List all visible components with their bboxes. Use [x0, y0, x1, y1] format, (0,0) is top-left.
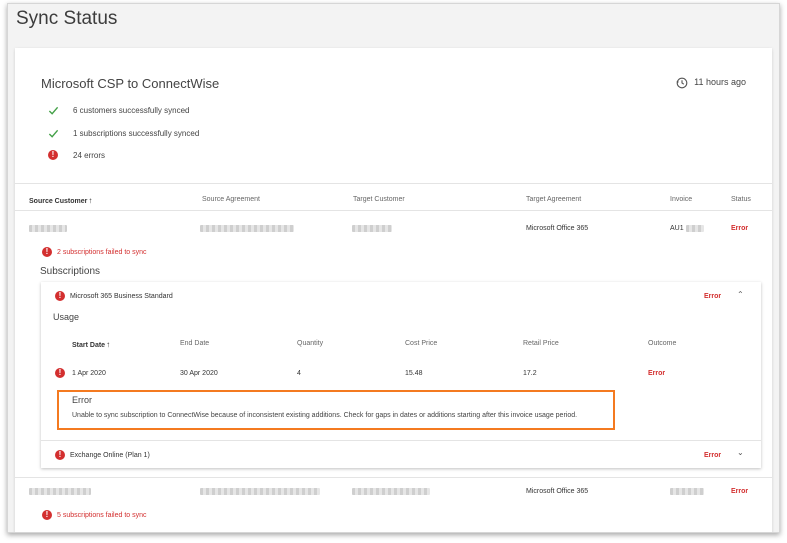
error-icon: ! — [42, 510, 52, 520]
usage-start-date: 1 Apr 2020 — [72, 370, 106, 377]
error-icon: ! — [47, 149, 59, 161]
error-icon: ! — [55, 368, 65, 378]
page-title: Sync Status — [16, 8, 118, 29]
column-header-source-customer[interactable]: Source Customer↑ — [29, 196, 92, 205]
column-header-cost-price[interactable]: Cost Price — [405, 340, 437, 347]
redacted-source-customer — [29, 488, 91, 495]
column-header-start-date[interactable]: Start Date↑ — [72, 340, 110, 349]
check-icon — [47, 127, 59, 139]
usage-quantity: 4 — [297, 370, 301, 377]
stat-text: 24 errors — [73, 150, 106, 160]
redacted-invoice — [670, 488, 704, 495]
window-frame: Sync Status Microsoft CSP to ConnectWise… — [7, 3, 780, 533]
column-header-target-customer[interactable]: Target Customer — [353, 196, 405, 203]
column-header-source-agreement[interactable]: Source Agreement — [202, 196, 260, 203]
subscription-name: Microsoft 365 Business Standard — [70, 292, 173, 300]
column-header-end-date[interactable]: End Date — [180, 340, 209, 347]
history-icon — [676, 76, 688, 89]
chevron-down-icon[interactable]: ⌄ — [737, 448, 744, 457]
error-icon: ! — [55, 291, 65, 301]
redacted-source-agreement — [200, 225, 294, 232]
column-header-quantity[interactable]: Quantity — [297, 340, 323, 347]
error-icon: ! — [55, 450, 65, 460]
divider — [15, 210, 772, 211]
subscription-name: Exchange Online (Plan 1) — [70, 451, 150, 459]
error-icon: ! — [42, 247, 52, 257]
subscription-header[interactable]: ! Exchange Online (Plan 1) — [55, 450, 150, 460]
check-icon — [47, 104, 59, 116]
divider — [41, 440, 761, 441]
divider — [15, 477, 772, 478]
subscription-status: Error — [704, 452, 722, 459]
stat-customers-synced: 6 customers successfully synced — [47, 104, 190, 116]
subscription-status: Error — [704, 293, 722, 300]
failed-subscriptions-text: 5 subscriptions failed to sync — [57, 511, 147, 519]
sync-title: Microsoft CSP to ConnectWise — [41, 76, 220, 91]
stat-text: 1 subscriptions successfully synced — [73, 128, 200, 138]
status-badge: Error — [731, 225, 749, 232]
error-details-box: Error Unable to sync subscription to Con… — [57, 390, 615, 430]
column-header-invoice[interactable]: Invoice — [670, 196, 692, 203]
redacted-target-customer — [352, 488, 430, 495]
error-title: Error — [72, 395, 92, 405]
stat-subscriptions-synced: 1 subscriptions successfully synced — [47, 127, 199, 139]
column-header-retail-price[interactable]: Retail Price — [523, 340, 559, 347]
divider — [15, 183, 772, 184]
redacted-source-agreement — [200, 488, 320, 495]
redacted-target-customer — [352, 225, 392, 232]
target-agreement: Microsoft Office 365 — [526, 488, 589, 495]
chevron-up-icon[interactable]: ⌃ — [737, 290, 744, 299]
subscriptions-panel: ! Microsoft 365 Business Standard Error … — [41, 282, 761, 468]
redacted-invoice — [686, 225, 704, 232]
target-agreement: Microsoft Office 365 — [526, 225, 589, 232]
usage-cost-price: 15.48 — [405, 370, 423, 377]
failed-subscriptions-text: 2 subscriptions failed to sync — [57, 248, 147, 256]
usage-heading: Usage — [53, 312, 80, 322]
stat-text: 6 customers successfully synced — [73, 105, 190, 115]
subscriptions-heading: Subscriptions — [40, 266, 101, 277]
sort-arrow-up-icon: ↑ — [106, 340, 111, 349]
status-badge: Error — [731, 488, 749, 495]
redacted-source-customer — [29, 225, 67, 232]
error-message: Unable to sync subscription to ConnectWi… — [72, 412, 578, 419]
subscription-header[interactable]: ! Microsoft 365 Business Standard — [55, 291, 173, 301]
usage-retail-price: 17.2 — [523, 370, 537, 377]
usage-outcome: Error — [648, 370, 666, 377]
usage-end-date: 30 Apr 2020 — [180, 370, 218, 377]
column-header-status[interactable]: Status — [731, 196, 751, 203]
invoice: AU1 — [670, 225, 684, 232]
column-header-outcome[interactable]: Outcome — [648, 340, 676, 347]
sync-card: Microsoft CSP to ConnectWise 11 hours ag… — [15, 48, 772, 532]
failed-subscriptions-link[interactable]: ! 5 subscriptions failed to sync — [42, 510, 147, 520]
failed-subscriptions-link[interactable]: ! 2 subscriptions failed to sync — [42, 247, 147, 257]
column-header-target-agreement[interactable]: Target Agreement — [526, 196, 581, 203]
last-sync: 11 hours ago — [676, 76, 746, 89]
sort-arrow-up-icon: ↑ — [88, 196, 93, 205]
last-sync-text: 11 hours ago — [694, 77, 746, 87]
stat-errors: ! 24 errors — [47, 149, 105, 161]
